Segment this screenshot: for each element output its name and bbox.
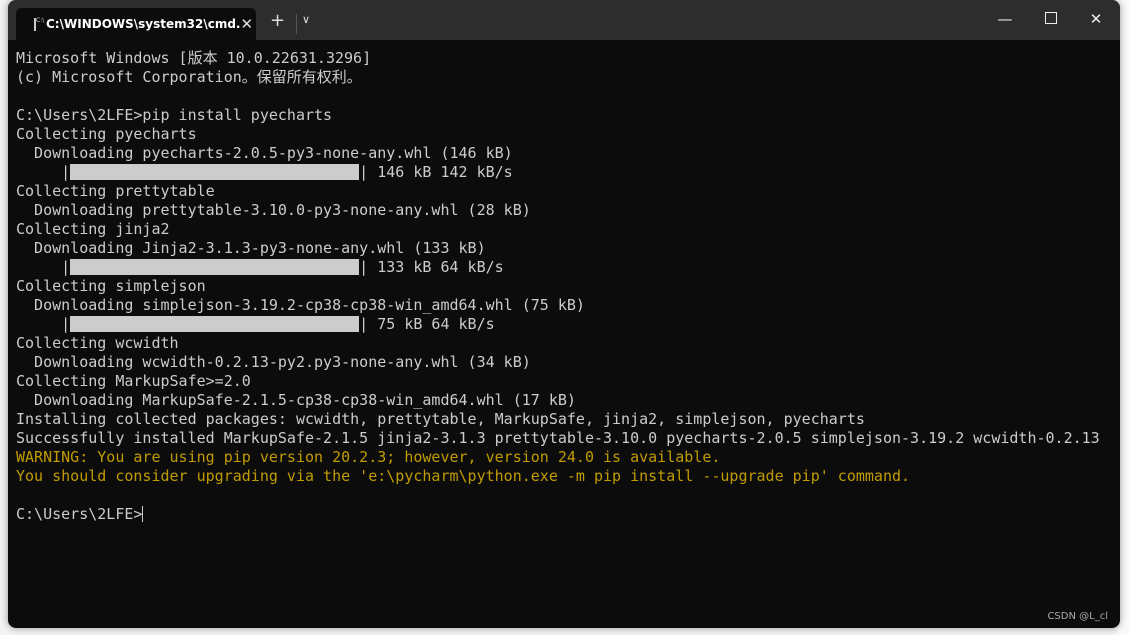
maximize-button[interactable]	[1036, 10, 1066, 28]
terminal-line: Successfully installed MarkupSafe-2.1.5 …	[16, 429, 1100, 448]
text-cursor	[142, 506, 144, 522]
line-text: Downloading Jinja2-3.1.3-py3-none-any.wh…	[16, 239, 486, 257]
progress-bar	[70, 164, 360, 180]
terminal-line: Collecting wcwidth	[16, 334, 1100, 353]
line-text: Microsoft Windows [版本 10.0.22631.3296]	[16, 49, 372, 67]
line-text: Successfully installed MarkupSafe-2.1.5 …	[16, 429, 1100, 447]
line-text: C:\Users\2LFE>pip install pyecharts	[16, 106, 333, 124]
line-text: Collecting pyecharts	[16, 125, 197, 143]
line-text: You should consider upgrading via the 'e…	[16, 467, 911, 485]
terminal-line: Collecting simplejson	[16, 277, 1100, 296]
close-tab-icon[interactable]: ✕	[241, 15, 254, 33]
line-text: Installing collected packages: wcwidth, …	[16, 410, 865, 428]
terminal-line: C:\Users\2LFE>	[16, 505, 1100, 524]
line-text: | 75 kB 64 kB/s	[359, 315, 495, 333]
terminal-line: (c) Microsoft Corporation。保留所有权利。	[16, 68, 1100, 87]
progress-line: | | 75 kB 64 kB/s	[16, 315, 1100, 334]
progress-bar	[70, 259, 360, 275]
progress-bar	[70, 316, 360, 332]
title-bar[interactable]: C:\WINDOWS\system32\cmd. ✕ + ∨ — ✕	[8, 0, 1120, 40]
line-text: Collecting simplejson	[16, 277, 206, 295]
line-text: Downloading prettytable-3.10.0-py3-none-…	[16, 201, 531, 219]
line-text: Downloading pyecharts-2.0.5-py3-none-any…	[16, 144, 513, 162]
tab-cmd[interactable]: C:\WINDOWS\system32\cmd. ✕	[16, 8, 256, 40]
terminal-line: Downloading pyecharts-2.0.5-py3-none-any…	[16, 144, 1100, 163]
progress-prefix: |	[16, 163, 71, 181]
chevron-down-icon[interactable]: ∨	[302, 13, 310, 26]
line-text: Downloading wcwidth-0.2.13-py2.py3-none-…	[16, 353, 531, 371]
line-text: C:\Users\2LFE>	[16, 505, 143, 523]
progress-line: | | 146 kB 142 kB/s	[16, 163, 1100, 182]
line-text: | 146 kB 142 kB/s	[359, 163, 513, 181]
terminal-output[interactable]: Microsoft Windows [版本 10.0.22631.3296] (c…	[16, 49, 1100, 524]
line-text: | 133 kB 64 kB/s	[359, 258, 504, 276]
progress-prefix: |	[16, 258, 71, 276]
terminal-line: Downloading simplejson-3.19.2-cp38-cp38-…	[16, 296, 1100, 315]
terminal-line: Microsoft Windows [版本 10.0.22631.3296]	[16, 49, 1100, 68]
terminal-line: WARNING: You are using pip version 20.2.…	[16, 448, 1100, 467]
cmd-icon	[34, 17, 44, 31]
new-tab-button[interactable]: +	[270, 12, 285, 30]
terminal-line: Downloading Jinja2-3.1.3-py3-none-any.wh…	[16, 239, 1100, 258]
terminal-line: Collecting pyecharts	[16, 125, 1100, 144]
line-text: Downloading MarkupSafe-2.1.5-cp38-cp38-w…	[16, 391, 576, 409]
terminal-line: Downloading MarkupSafe-2.1.5-cp38-cp38-w…	[16, 391, 1100, 410]
line-text: Collecting jinja2	[16, 220, 170, 238]
progress-prefix: |	[16, 315, 71, 333]
terminal-line: You should consider upgrading via the 'e…	[16, 467, 1100, 486]
close-button[interactable]: ✕	[1081, 10, 1111, 28]
line-text: Collecting wcwidth	[16, 334, 179, 352]
terminal-line: Downloading prettytable-3.10.0-py3-none-…	[16, 201, 1100, 220]
line-text: WARNING: You are using pip version 20.2.…	[16, 448, 721, 466]
line-text: Downloading simplejson-3.19.2-cp38-cp38-…	[16, 296, 585, 314]
terminal-line: Collecting jinja2	[16, 220, 1100, 239]
tab-title: C:\WINDOWS\system32\cmd.	[46, 17, 241, 31]
line-text: Collecting MarkupSafe>=2.0	[16, 372, 251, 390]
maximize-icon	[1045, 12, 1057, 24]
terminal-line: Downloading wcwidth-0.2.13-py2.py3-none-…	[16, 353, 1100, 372]
terminal-line: C:\Users\2LFE>pip install pyecharts	[16, 106, 1100, 125]
minimize-button[interactable]: —	[990, 10, 1020, 28]
terminal-line: Collecting MarkupSafe>=2.0	[16, 372, 1100, 391]
divider	[296, 14, 297, 34]
progress-line: | | 133 kB 64 kB/s	[16, 258, 1100, 277]
terminal-line: Installing collected packages: wcwidth, …	[16, 410, 1100, 429]
watermark: CSDN @L_cl	[1047, 611, 1108, 622]
terminal-window: C:\WINDOWS\system32\cmd. ✕ + ∨ — ✕ Micro…	[8, 0, 1120, 628]
line-text: (c) Microsoft Corporation。保留所有权利。	[16, 68, 362, 86]
terminal-line: Collecting prettytable	[16, 182, 1100, 201]
line-text: Collecting prettytable	[16, 182, 215, 200]
